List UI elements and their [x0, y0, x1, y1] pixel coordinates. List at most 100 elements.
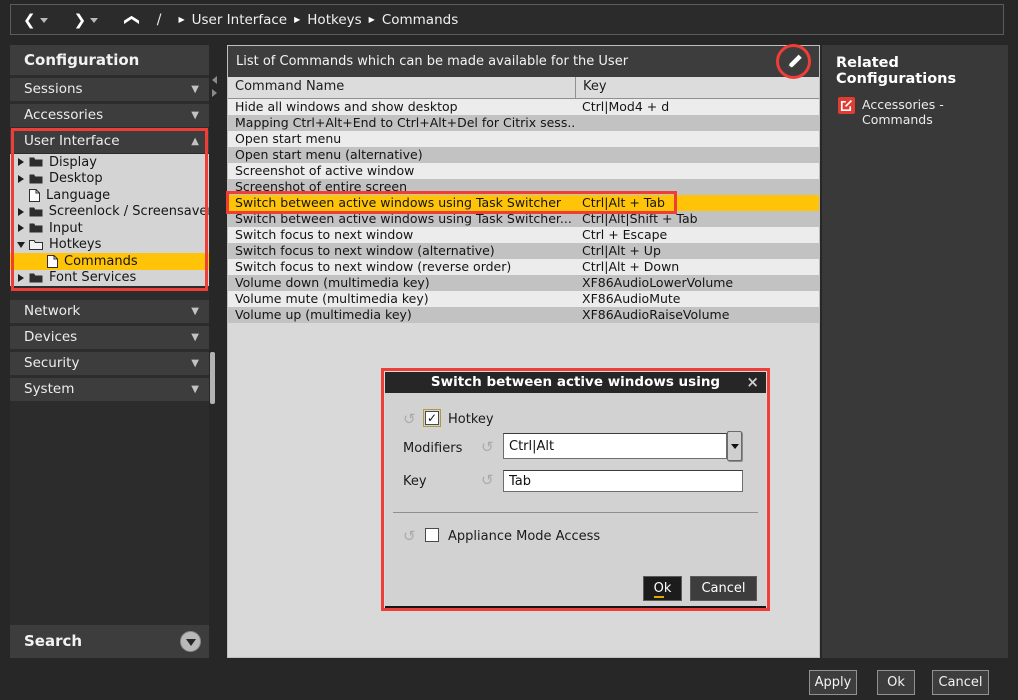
column-key[interactable]: Key [575, 77, 819, 98]
folder-icon [29, 173, 43, 185]
table-row[interactable]: Volume up (multimedia key)XF86AudioRaise… [228, 307, 819, 323]
dialog-ok-button[interactable]: Ok [643, 576, 682, 601]
tree-item-hotkeys[interactable]: Hotkeys [10, 237, 209, 254]
modifiers-input[interactable] [503, 433, 727, 459]
commands-table: Hide all windows and show desktopCtrl|Mo… [228, 99, 819, 323]
sidebar-item-label: Accessories [24, 107, 103, 123]
command-name-cell: Open start menu [228, 131, 575, 147]
apply-button[interactable]: Apply [809, 670, 857, 695]
key-cell [575, 163, 819, 179]
related-link-accessories-commands[interactable]: Accessories - Commands [838, 97, 1008, 127]
sidebar-item-user-interface[interactable]: User Interface ▲ [10, 130, 209, 153]
tree-item-label: Hotkeys [49, 237, 101, 252]
expander-open-icon[interactable] [15, 242, 27, 248]
hotkey-dialog: Switch between active windows using × ↺ … [385, 372, 766, 608]
up-icon[interactable]: ❯ [121, 11, 139, 28]
modifiers-dropdown-button[interactable] [727, 431, 742, 461]
command-name-cell: Switch focus to next window [228, 227, 575, 243]
forward-history-caret-icon[interactable] [90, 18, 98, 23]
forward-icon[interactable]: ❯ [72, 11, 89, 29]
sidebar-item-security[interactable]: Security▼ [10, 352, 209, 375]
table-row[interactable]: Open start menu (alternative) [228, 147, 819, 163]
tree-item-label: Screenlock / Screensaver [49, 204, 209, 219]
table-header: Command Name Key [228, 77, 819, 99]
reset-icon[interactable]: ↺ [481, 440, 494, 455]
dialog-cancel-button[interactable]: Cancel [690, 576, 757, 601]
related-configurations-panel: Related Configurations Accessories - Com… [822, 45, 1008, 658]
back-history-caret-icon[interactable] [40, 18, 48, 23]
back-icon[interactable]: ❮ [21, 11, 38, 29]
sidebar-item-system[interactable]: System ▼ [10, 378, 209, 401]
expander-closed-icon[interactable] [15, 208, 27, 216]
expander-closed-icon[interactable] [15, 158, 27, 166]
key-cell [575, 115, 819, 131]
table-row[interactable]: Volume mute (multimedia key)XF86AudioMut… [228, 291, 819, 307]
breadcrumb-segment[interactable]: User Interface [192, 12, 288, 28]
sidebar-item-network[interactable]: Network▼ [10, 300, 209, 323]
table-row[interactable]: Volume down (multimedia key)XF86AudioLow… [228, 275, 819, 291]
tree-item-label: Language [46, 188, 110, 203]
breadcrumb-segment[interactable]: Hotkeys [307, 12, 361, 28]
key-input[interactable] [503, 470, 743, 492]
navigation-bar: ❮ ❯ ❯ / ▶User Interface▶Hotkeys▶Commands [10, 4, 1004, 35]
table-row[interactable]: Switch focus to next windowCtrl + Escape [228, 227, 819, 243]
breadcrumb-arrow-icon: ▶ [294, 15, 300, 24]
chevron-down-icon: ▼ [191, 378, 199, 401]
search-expand-button[interactable] [180, 631, 201, 652]
breadcrumb-arrow-icon: ▶ [178, 15, 184, 24]
sidebar-search-section[interactable]: Search [10, 625, 209, 658]
sidebar-item-accessories[interactable]: Accessories▼ [10, 104, 209, 127]
command-name-cell: Switch focus to next window (alternative… [228, 243, 575, 259]
edit-link-icon [838, 97, 855, 127]
close-icon[interactable]: × [746, 372, 759, 393]
chevron-down-icon [186, 639, 196, 646]
sidebar-item-devices[interactable]: Devices▼ [10, 326, 209, 349]
table-row[interactable]: Open start menu [228, 131, 819, 147]
splitter-collapse-control[interactable] [212, 76, 217, 97]
table-row[interactable]: Switch between active windows using Task… [228, 195, 819, 211]
table-row[interactable]: Switch focus to next window (reverse ord… [228, 259, 819, 275]
sidebar-item-sessions[interactable]: Sessions▼ [10, 78, 209, 101]
command-name-cell: Switch between active windows using Task… [228, 195, 575, 211]
table-row[interactable]: Hide all windows and show desktopCtrl|Mo… [228, 99, 819, 115]
key-cell: Ctrl|Alt + Down [575, 259, 819, 275]
expander-closed-icon[interactable] [15, 274, 27, 282]
tree-item-font-services[interactable]: Font Services [10, 270, 209, 287]
table-row[interactable]: Switch focus to next window (alternative… [228, 243, 819, 259]
reset-icon[interactable]: ↺ [403, 529, 416, 544]
table-row[interactable]: Screenshot of entire screen [228, 179, 819, 195]
command-name-cell: Screenshot of active window [228, 163, 575, 179]
appliance-mode-checkbox[interactable] [425, 528, 439, 542]
key-cell: Ctrl|Alt + Up [575, 243, 819, 259]
column-command-name[interactable]: Command Name [228, 77, 575, 98]
tree-item-language[interactable]: Language [10, 187, 209, 204]
expander-closed-icon[interactable] [15, 175, 27, 183]
related-title: Related Configurations [822, 45, 1008, 87]
tree-item-input[interactable]: Input [10, 220, 209, 237]
chevron-down-icon [731, 444, 739, 449]
table-row[interactable]: Mapping Ctrl+Alt+End to Ctrl+Alt+Del for… [228, 115, 819, 131]
hotkey-checkbox[interactable]: ✓ [425, 411, 439, 425]
reset-icon[interactable]: ↺ [403, 412, 416, 427]
chevron-down-icon: ▼ [191, 326, 199, 349]
ok-button[interactable]: Ok [877, 670, 915, 695]
reset-icon[interactable]: ↺ [481, 473, 494, 488]
tree-item-display[interactable]: Display [10, 154, 209, 171]
table-row[interactable]: Switch between active windows using Task… [228, 211, 819, 227]
folder-icon [29, 156, 43, 168]
breadcrumb-segment[interactable]: Commands [382, 12, 458, 28]
table-row[interactable]: Screenshot of active window [228, 163, 819, 179]
tree-item-screenlock-screensaver[interactable]: Screenlock / Screensaver [10, 204, 209, 221]
key-cell: XF86AudioMute [575, 291, 819, 307]
configuration-sidebar: Configuration User Interface ▲ DisplayDe… [10, 45, 209, 658]
expander-closed-icon[interactable] [15, 224, 27, 232]
sidebar-item-label: System [24, 381, 74, 397]
tree-item-commands[interactable]: Commands [10, 253, 209, 270]
sidebar-scrollbar[interactable] [210, 352, 215, 404]
sidebar-item-label: Network [24, 303, 80, 319]
key-cell [575, 179, 819, 195]
tree-item-desktop[interactable]: Desktop [10, 171, 209, 188]
cancel-button[interactable]: Cancel [932, 670, 989, 695]
edit-pencil-icon[interactable] [784, 51, 805, 76]
panel-title: List of Commands which can be made avail… [228, 46, 819, 77]
